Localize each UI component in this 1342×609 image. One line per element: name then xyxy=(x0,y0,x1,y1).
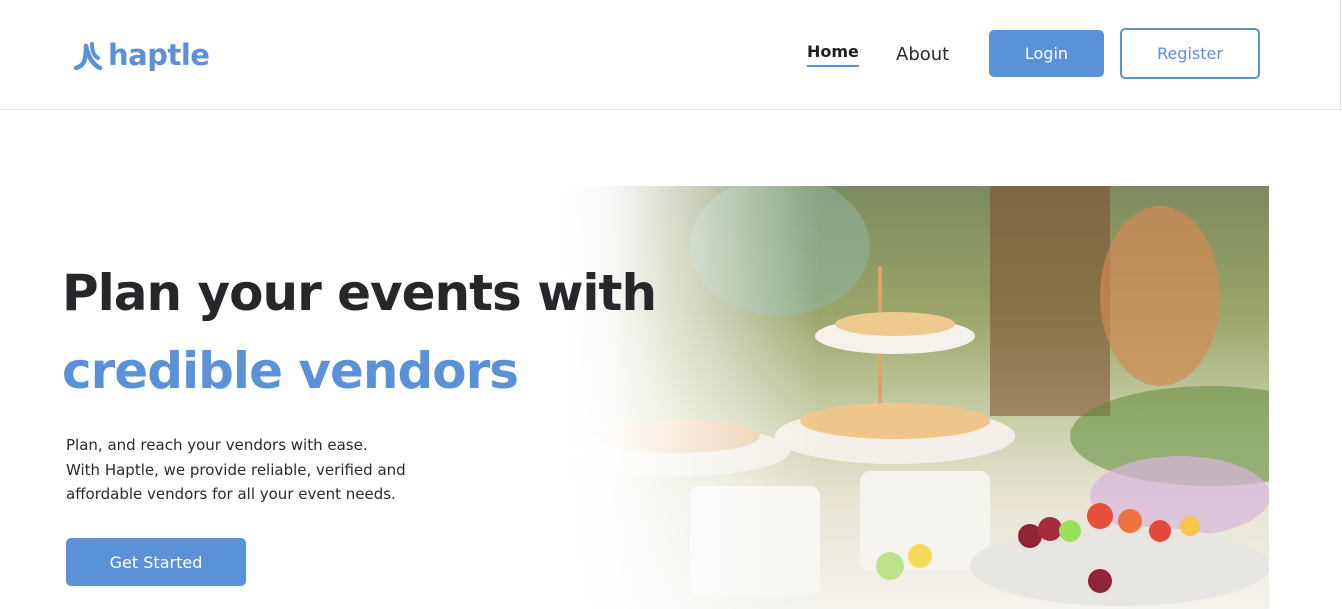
hero-image-fade xyxy=(560,186,820,609)
hero-title-accent: credible vendors xyxy=(62,342,519,400)
hero-title: Plan your events with xyxy=(62,264,657,322)
haptle-logo-icon xyxy=(73,42,103,71)
brand-name: haptle xyxy=(108,38,210,72)
brand-logo[interactable]: haptle xyxy=(70,36,210,74)
register-button[interactable]: Register xyxy=(1120,28,1260,79)
scrollbar-edge xyxy=(1340,0,1341,110)
top-navbar: haptle Home About Login Register xyxy=(0,0,1342,110)
nav-link-home[interactable]: Home xyxy=(807,42,859,67)
hero-description-line: affordable vendors for all your event ne… xyxy=(66,485,396,503)
hero-description-line: With Haptle, we provide reliable, verifi… xyxy=(66,460,406,479)
hero-description: Plan, and reach your vendors with ease. … xyxy=(66,433,486,507)
hero-description-line: Plan, and reach your vendors with ease. xyxy=(66,436,368,454)
login-button[interactable]: Login xyxy=(989,30,1104,77)
page: haptle Home About Login Register Plan yo… xyxy=(0,0,1342,609)
hero-image xyxy=(560,186,1269,609)
get-started-button[interactable]: Get Started xyxy=(66,538,246,586)
nav-link-about[interactable]: About xyxy=(896,44,949,65)
